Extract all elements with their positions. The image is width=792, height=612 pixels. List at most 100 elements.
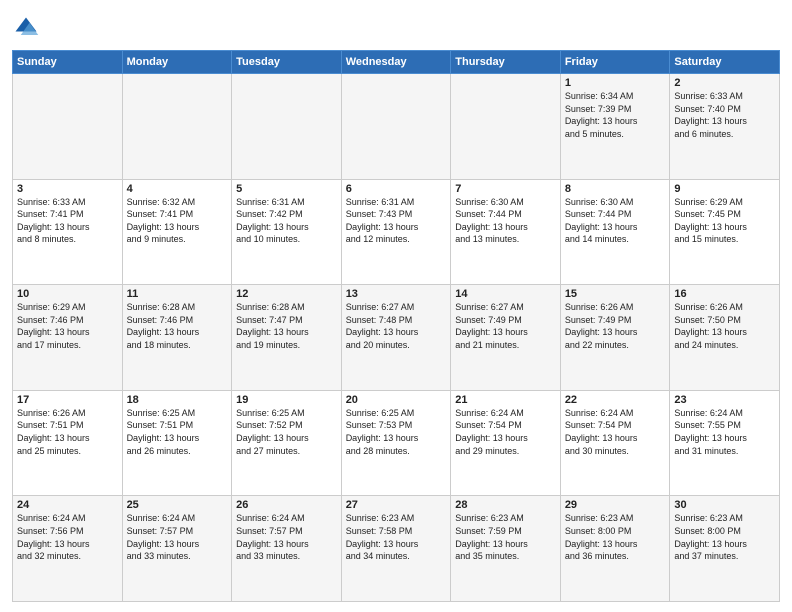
day-info: Sunrise: 6:26 AM Sunset: 7:51 PM Dayligh… <box>17 407 118 457</box>
calendar-cell: 10Sunrise: 6:29 AM Sunset: 7:46 PM Dayli… <box>13 285 123 391</box>
day-number: 4 <box>127 183 228 195</box>
day-number: 3 <box>17 183 118 195</box>
calendar-cell: 23Sunrise: 6:24 AM Sunset: 7:55 PM Dayli… <box>670 390 780 496</box>
day-number: 14 <box>455 288 556 300</box>
weekday-header: Monday <box>122 51 232 74</box>
day-info: Sunrise: 6:23 AM Sunset: 7:58 PM Dayligh… <box>346 512 447 562</box>
day-info: Sunrise: 6:25 AM Sunset: 7:52 PM Dayligh… <box>236 407 337 457</box>
day-info: Sunrise: 6:24 AM Sunset: 7:56 PM Dayligh… <box>17 512 118 562</box>
day-number: 8 <box>565 183 666 195</box>
day-info: Sunrise: 6:28 AM Sunset: 7:47 PM Dayligh… <box>236 301 337 351</box>
day-number: 2 <box>674 77 775 89</box>
calendar-week-row: 1Sunrise: 6:34 AM Sunset: 7:39 PM Daylig… <box>13 74 780 180</box>
day-number: 9 <box>674 183 775 195</box>
calendar: SundayMondayTuesdayWednesdayThursdayFrid… <box>12 50 780 602</box>
day-info: Sunrise: 6:27 AM Sunset: 7:49 PM Dayligh… <box>455 301 556 351</box>
day-number: 12 <box>236 288 337 300</box>
day-number: 13 <box>346 288 447 300</box>
day-info: Sunrise: 6:25 AM Sunset: 7:51 PM Dayligh… <box>127 407 228 457</box>
calendar-week-row: 3Sunrise: 6:33 AM Sunset: 7:41 PM Daylig… <box>13 179 780 285</box>
day-info: Sunrise: 6:27 AM Sunset: 7:48 PM Dayligh… <box>346 301 447 351</box>
day-info: Sunrise: 6:29 AM Sunset: 7:45 PM Dayligh… <box>674 196 775 246</box>
day-info: Sunrise: 6:26 AM Sunset: 7:50 PM Dayligh… <box>674 301 775 351</box>
day-info: Sunrise: 6:25 AM Sunset: 7:53 PM Dayligh… <box>346 407 447 457</box>
day-number: 20 <box>346 394 447 406</box>
weekday-header: Friday <box>560 51 670 74</box>
weekday-header: Saturday <box>670 51 780 74</box>
day-number: 23 <box>674 394 775 406</box>
logo-icon <box>12 14 40 42</box>
calendar-cell: 16Sunrise: 6:26 AM Sunset: 7:50 PM Dayli… <box>670 285 780 391</box>
calendar-cell: 2Sunrise: 6:33 AM Sunset: 7:40 PM Daylig… <box>670 74 780 180</box>
calendar-cell: 8Sunrise: 6:30 AM Sunset: 7:44 PM Daylig… <box>560 179 670 285</box>
day-number: 16 <box>674 288 775 300</box>
day-number: 7 <box>455 183 556 195</box>
day-number: 5 <box>236 183 337 195</box>
calendar-cell <box>13 74 123 180</box>
day-info: Sunrise: 6:24 AM Sunset: 7:57 PM Dayligh… <box>236 512 337 562</box>
calendar-cell: 15Sunrise: 6:26 AM Sunset: 7:49 PM Dayli… <box>560 285 670 391</box>
day-number: 25 <box>127 499 228 511</box>
day-number: 27 <box>346 499 447 511</box>
day-info: Sunrise: 6:24 AM Sunset: 7:55 PM Dayligh… <box>674 407 775 457</box>
calendar-cell: 3Sunrise: 6:33 AM Sunset: 7:41 PM Daylig… <box>13 179 123 285</box>
calendar-cell: 11Sunrise: 6:28 AM Sunset: 7:46 PM Dayli… <box>122 285 232 391</box>
day-number: 6 <box>346 183 447 195</box>
calendar-cell: 14Sunrise: 6:27 AM Sunset: 7:49 PM Dayli… <box>451 285 561 391</box>
calendar-cell: 24Sunrise: 6:24 AM Sunset: 7:56 PM Dayli… <box>13 496 123 602</box>
weekday-header: Thursday <box>451 51 561 74</box>
day-info: Sunrise: 6:23 AM Sunset: 8:00 PM Dayligh… <box>565 512 666 562</box>
day-number: 24 <box>17 499 118 511</box>
day-info: Sunrise: 6:32 AM Sunset: 7:41 PM Dayligh… <box>127 196 228 246</box>
day-number: 30 <box>674 499 775 511</box>
day-info: Sunrise: 6:24 AM Sunset: 7:54 PM Dayligh… <box>455 407 556 457</box>
calendar-cell: 1Sunrise: 6:34 AM Sunset: 7:39 PM Daylig… <box>560 74 670 180</box>
calendar-cell: 6Sunrise: 6:31 AM Sunset: 7:43 PM Daylig… <box>341 179 451 285</box>
day-number: 22 <box>565 394 666 406</box>
calendar-cell: 26Sunrise: 6:24 AM Sunset: 7:57 PM Dayli… <box>232 496 342 602</box>
day-number: 21 <box>455 394 556 406</box>
day-number: 17 <box>17 394 118 406</box>
calendar-cell: 4Sunrise: 6:32 AM Sunset: 7:41 PM Daylig… <box>122 179 232 285</box>
weekday-header: Wednesday <box>341 51 451 74</box>
calendar-cell: 25Sunrise: 6:24 AM Sunset: 7:57 PM Dayli… <box>122 496 232 602</box>
calendar-cell: 27Sunrise: 6:23 AM Sunset: 7:58 PM Dayli… <box>341 496 451 602</box>
weekday-header: Tuesday <box>232 51 342 74</box>
calendar-cell: 29Sunrise: 6:23 AM Sunset: 8:00 PM Dayli… <box>560 496 670 602</box>
day-info: Sunrise: 6:30 AM Sunset: 7:44 PM Dayligh… <box>565 196 666 246</box>
day-info: Sunrise: 6:33 AM Sunset: 7:40 PM Dayligh… <box>674 90 775 140</box>
calendar-cell: 9Sunrise: 6:29 AM Sunset: 7:45 PM Daylig… <box>670 179 780 285</box>
header <box>12 10 780 42</box>
logo <box>12 14 44 42</box>
day-info: Sunrise: 6:33 AM Sunset: 7:41 PM Dayligh… <box>17 196 118 246</box>
page: SundayMondayTuesdayWednesdayThursdayFrid… <box>0 0 792 612</box>
calendar-cell: 12Sunrise: 6:28 AM Sunset: 7:47 PM Dayli… <box>232 285 342 391</box>
day-info: Sunrise: 6:30 AM Sunset: 7:44 PM Dayligh… <box>455 196 556 246</box>
calendar-cell <box>341 74 451 180</box>
weekday-header: Sunday <box>13 51 123 74</box>
calendar-cell: 18Sunrise: 6:25 AM Sunset: 7:51 PM Dayli… <box>122 390 232 496</box>
day-info: Sunrise: 6:34 AM Sunset: 7:39 PM Dayligh… <box>565 90 666 140</box>
calendar-cell: 7Sunrise: 6:30 AM Sunset: 7:44 PM Daylig… <box>451 179 561 285</box>
calendar-week-row: 24Sunrise: 6:24 AM Sunset: 7:56 PM Dayli… <box>13 496 780 602</box>
weekday-header-row: SundayMondayTuesdayWednesdayThursdayFrid… <box>13 51 780 74</box>
day-info: Sunrise: 6:28 AM Sunset: 7:46 PM Dayligh… <box>127 301 228 351</box>
calendar-week-row: 10Sunrise: 6:29 AM Sunset: 7:46 PM Dayli… <box>13 285 780 391</box>
day-number: 18 <box>127 394 228 406</box>
day-info: Sunrise: 6:29 AM Sunset: 7:46 PM Dayligh… <box>17 301 118 351</box>
day-info: Sunrise: 6:23 AM Sunset: 7:59 PM Dayligh… <box>455 512 556 562</box>
day-info: Sunrise: 6:24 AM Sunset: 7:54 PM Dayligh… <box>565 407 666 457</box>
day-number: 29 <box>565 499 666 511</box>
calendar-cell: 5Sunrise: 6:31 AM Sunset: 7:42 PM Daylig… <box>232 179 342 285</box>
day-info: Sunrise: 6:31 AM Sunset: 7:43 PM Dayligh… <box>346 196 447 246</box>
calendar-cell: 28Sunrise: 6:23 AM Sunset: 7:59 PM Dayli… <box>451 496 561 602</box>
calendar-cell: 20Sunrise: 6:25 AM Sunset: 7:53 PM Dayli… <box>341 390 451 496</box>
day-number: 10 <box>17 288 118 300</box>
calendar-cell <box>451 74 561 180</box>
day-number: 1 <box>565 77 666 89</box>
calendar-cell: 21Sunrise: 6:24 AM Sunset: 7:54 PM Dayli… <box>451 390 561 496</box>
calendar-cell: 13Sunrise: 6:27 AM Sunset: 7:48 PM Dayli… <box>341 285 451 391</box>
day-info: Sunrise: 6:31 AM Sunset: 7:42 PM Dayligh… <box>236 196 337 246</box>
day-info: Sunrise: 6:26 AM Sunset: 7:49 PM Dayligh… <box>565 301 666 351</box>
day-number: 26 <box>236 499 337 511</box>
